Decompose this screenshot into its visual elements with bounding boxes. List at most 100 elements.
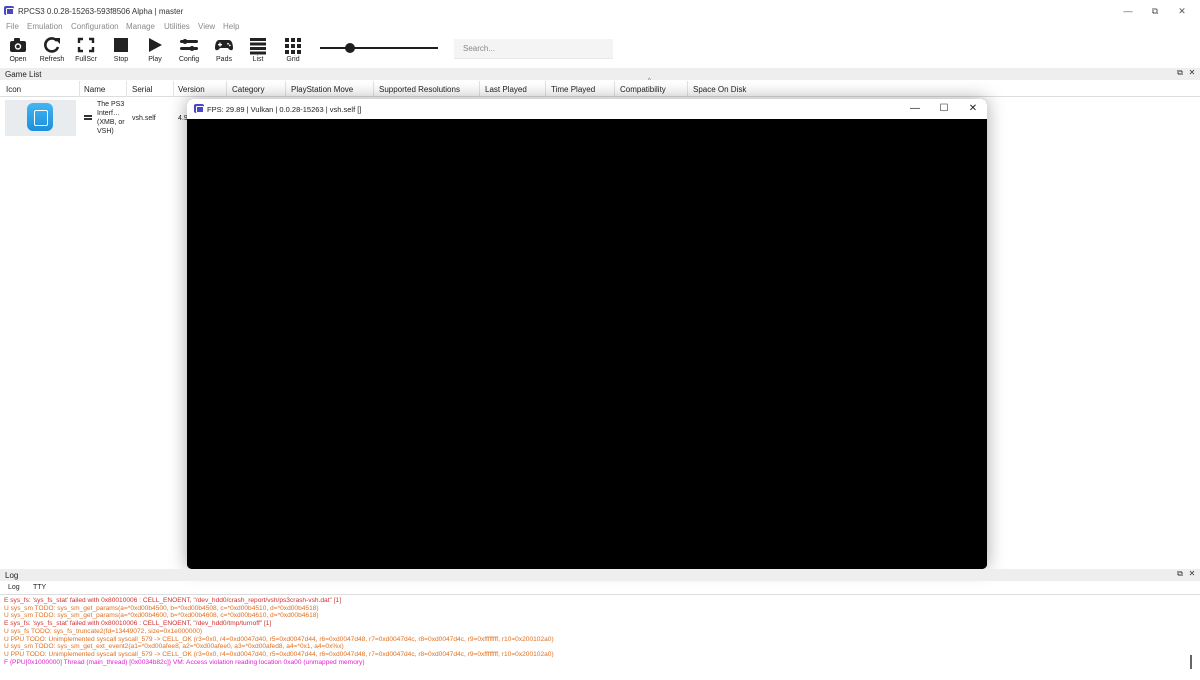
zoom-slider-handle[interactable] bbox=[344, 43, 355, 53]
close-icon[interactable]: ✕ bbox=[1187, 569, 1197, 578]
game-list-title: Game List bbox=[5, 70, 42, 79]
column-divider bbox=[687, 81, 688, 97]
column-version[interactable]: Version bbox=[178, 85, 205, 94]
maximize-button[interactable]: ⧉ bbox=[1141, 3, 1169, 19]
float-icon[interactable]: ⧉ bbox=[1175, 569, 1185, 579]
grid-icon bbox=[285, 38, 301, 54]
emulator-minimize-button[interactable]: — bbox=[901, 101, 929, 117]
menu-utilities[interactable]: Utilities bbox=[164, 22, 190, 31]
sort-indicator-icon: ^ bbox=[648, 78, 651, 84]
column-time-played[interactable]: Time Played bbox=[551, 85, 595, 94]
log-line: F {PPU[0x1000000] Thread (main_thread) [… bbox=[4, 658, 365, 666]
menu-file[interactable]: File bbox=[6, 22, 19, 31]
column-divider bbox=[226, 81, 227, 97]
minimize-button[interactable]: — bbox=[1114, 3, 1142, 19]
list-label: List bbox=[252, 56, 264, 63]
menu-view[interactable]: View bbox=[198, 22, 215, 31]
zoom-slider[interactable] bbox=[320, 47, 438, 49]
column-playstation-move[interactable]: PlayStation Move bbox=[291, 85, 353, 94]
log-line: U sys_sm TODO: sys_sm_get_params(a=*0xd0… bbox=[4, 604, 319, 612]
window-title: RPCS3 0.0.28-15263-593f8506 Alpha | mast… bbox=[18, 7, 184, 16]
log-title: Log bbox=[5, 571, 19, 580]
pads-label: Pads bbox=[216, 56, 232, 63]
menu-configuration[interactable]: Configuration bbox=[71, 22, 119, 31]
emulator-close-button[interactable]: ✕ bbox=[959, 101, 987, 117]
log-output[interactable]: E sys_fs: 'sys_fs_stat' failed with 0x80… bbox=[0, 596, 1186, 680]
title-bar: RPCS3 0.0.28-15263-593f8506 Alpha | mast… bbox=[0, 0, 1200, 21]
column-divider bbox=[285, 81, 286, 97]
log-tab-bar: Log TTY bbox=[0, 582, 1200, 595]
fullscreen-button[interactable]: FullScr bbox=[69, 34, 103, 66]
grid-label: Grid bbox=[286, 56, 300, 63]
play-label: Play bbox=[148, 56, 162, 63]
column-supported-resolutions[interactable]: Supported Resolutions bbox=[379, 85, 460, 94]
ps3-home-icon bbox=[27, 103, 53, 131]
column-icon[interactable]: Icon bbox=[6, 85, 21, 94]
menu-bar: File Emulation Configuration Manage Util… bbox=[0, 21, 1200, 34]
log-line: U sys_sm TODO: sys_sm_get_ext_event2(a1=… bbox=[4, 643, 344, 651]
stop-icon bbox=[114, 38, 128, 52]
log-line: U PPU TODO: Unimplemented syscall syscal… bbox=[4, 650, 554, 658]
column-divider bbox=[373, 81, 374, 97]
tab-tty[interactable]: TTY bbox=[29, 584, 50, 591]
camera-icon bbox=[10, 38, 26, 52]
log-line: E sys_fs: 'sys_fs_stat' failed with 0x80… bbox=[4, 620, 272, 628]
stop-label: Stop bbox=[113, 56, 129, 63]
open-label: Open bbox=[9, 56, 27, 63]
column-category[interactable]: Category bbox=[232, 85, 264, 94]
play-icon bbox=[149, 38, 162, 52]
column-divider bbox=[173, 81, 174, 97]
list-view-button[interactable]: List bbox=[241, 34, 275, 66]
emulator-title: FPS: 29.89 | Vulkan | 0.0.28-15263 | vsh… bbox=[207, 105, 362, 114]
log-line: E sys_fs: 'sys_fs_stat' failed with 0x80… bbox=[4, 597, 342, 604]
search-input[interactable] bbox=[454, 39, 613, 59]
emulator-title-bar[interactable]: FPS: 29.89 | Vulkan | 0.0.28-15263 | vsh… bbox=[187, 99, 987, 119]
pads-button[interactable]: Pads bbox=[207, 34, 241, 66]
emulator-maximize-button[interactable]: ☐ bbox=[930, 101, 958, 117]
fullscreen-icon bbox=[77, 37, 95, 53]
column-divider bbox=[479, 81, 480, 97]
menu-emulation[interactable]: Emulation bbox=[27, 22, 63, 31]
game-list-header: Icon Name Serial Version Category PlaySt… bbox=[0, 81, 1200, 97]
render-surface[interactable] bbox=[187, 119, 987, 569]
list-icon bbox=[84, 115, 92, 121]
fullscreen-label: FullScr bbox=[75, 56, 97, 63]
refresh-button[interactable]: Refresh bbox=[35, 34, 69, 66]
refresh-icon bbox=[44, 37, 60, 53]
log-scrollbar[interactable] bbox=[1190, 655, 1192, 669]
grid-view-button[interactable]: Grid bbox=[276, 34, 310, 66]
tab-log[interactable]: Log bbox=[4, 584, 24, 591]
config-label: Config bbox=[178, 56, 200, 63]
column-divider bbox=[79, 81, 80, 97]
config-button[interactable]: Config bbox=[172, 34, 206, 66]
log-line: U sys_sm TODO: sys_sm_get_params(a=*0xd0… bbox=[4, 612, 319, 620]
float-icon[interactable]: ⧉ bbox=[1175, 68, 1185, 78]
open-button[interactable]: Open bbox=[1, 34, 35, 66]
close-button[interactable]: ✕ bbox=[1168, 3, 1196, 19]
column-last-played[interactable]: Last Played bbox=[485, 85, 527, 94]
play-button[interactable]: Play bbox=[138, 34, 172, 66]
column-serial[interactable]: Serial bbox=[132, 85, 152, 94]
game-list-dock-header: Game List ⧉ ✕ bbox=[0, 68, 1200, 80]
log-line: U PPU TODO: Unimplemented syscall syscal… bbox=[4, 635, 554, 643]
column-space-on-disk[interactable]: Space On Disk bbox=[693, 85, 746, 94]
stop-button[interactable]: Stop bbox=[104, 34, 138, 66]
log-line: U sys_fs TODO: sys_fs_truncate2(fd=13449… bbox=[4, 627, 203, 635]
refresh-label: Refresh bbox=[39, 56, 65, 63]
sliders-icon bbox=[180, 39, 198, 51]
column-compatibility[interactable]: Compatibility bbox=[620, 85, 666, 94]
game-icon[interactable] bbox=[5, 100, 76, 136]
game-name[interactable]: The PS3 Interf… (XMB, or VSH) bbox=[97, 100, 137, 136]
column-divider bbox=[545, 81, 546, 97]
app-icon bbox=[4, 6, 14, 15]
column-name[interactable]: Name bbox=[84, 85, 105, 94]
column-divider bbox=[614, 81, 615, 97]
menu-manage[interactable]: Manage bbox=[126, 22, 155, 31]
game-serial: vsh.self bbox=[132, 115, 156, 122]
app-icon bbox=[194, 104, 204, 113]
menu-help[interactable]: Help bbox=[223, 22, 239, 31]
log-dock-header: Log ⧉ ✕ bbox=[0, 569, 1200, 581]
column-divider bbox=[126, 81, 127, 97]
emulator-window[interactable]: FPS: 29.89 | Vulkan | 0.0.28-15263 | vsh… bbox=[187, 99, 987, 569]
close-icon[interactable]: ✕ bbox=[1187, 68, 1197, 77]
